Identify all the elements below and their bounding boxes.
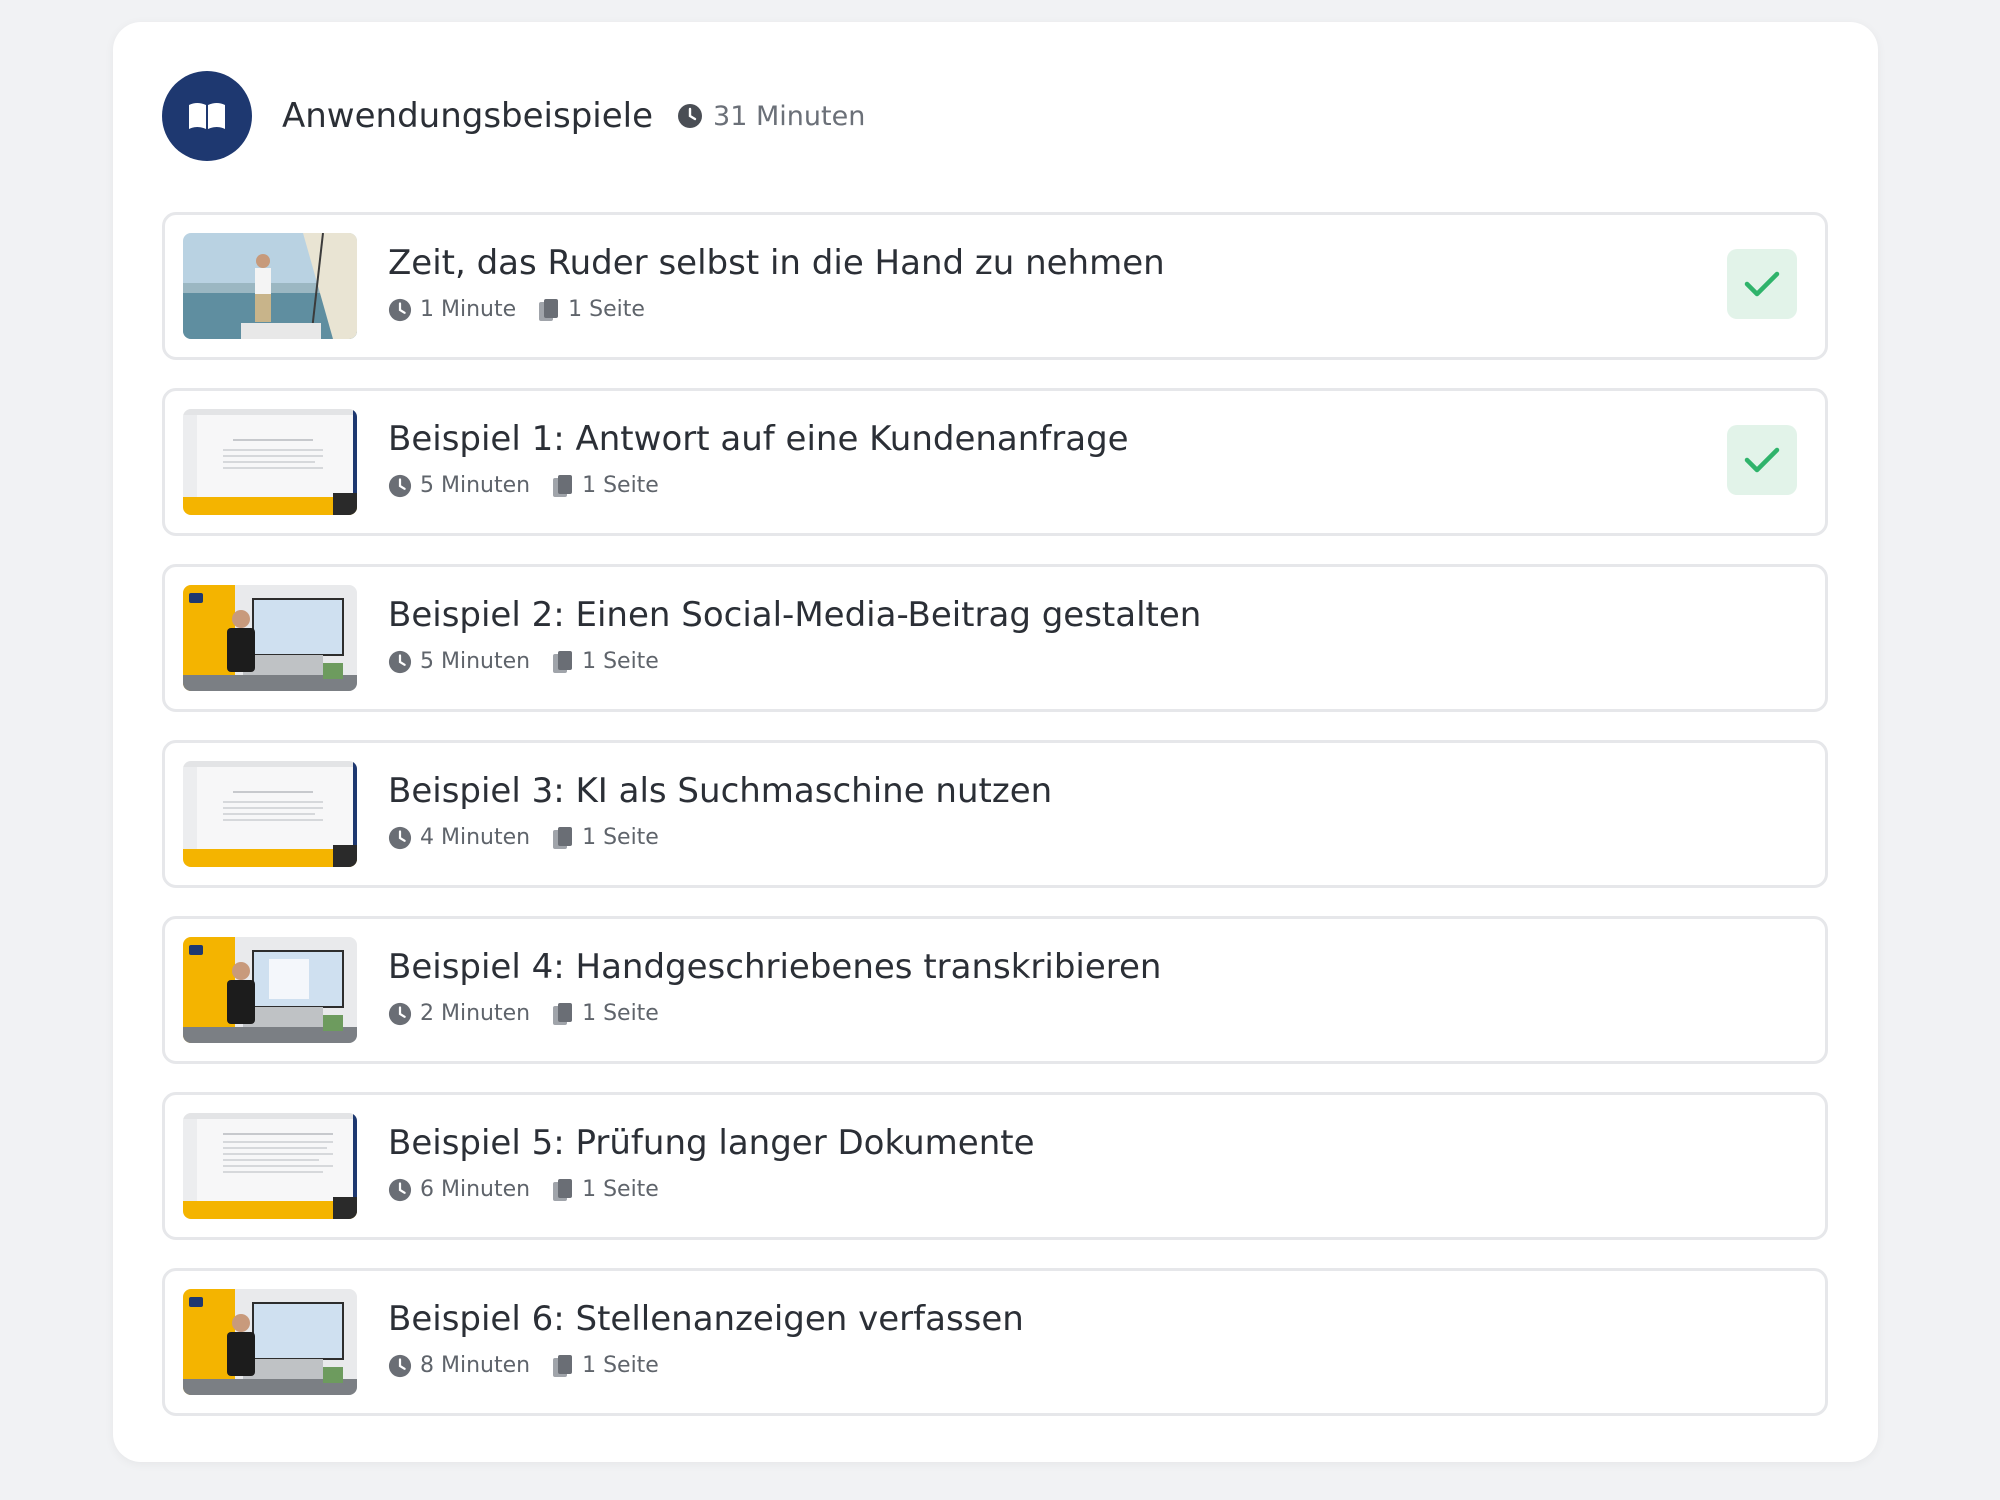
pages-icon bbox=[553, 826, 573, 849]
checkmark-icon bbox=[1744, 447, 1780, 473]
clock-icon bbox=[388, 650, 412, 673]
pages-icon bbox=[553, 1178, 573, 1201]
lesson-pages: 1 Seite bbox=[582, 825, 659, 850]
pages-icon bbox=[553, 650, 573, 673]
lesson-thumbnail[interactable] bbox=[183, 937, 357, 1043]
course-section-card: Anwendungsbeispiele 31 Minuten Zeit, das… bbox=[113, 22, 1878, 1462]
lesson-thumbnail[interactable] bbox=[183, 761, 357, 867]
lesson-meta: 6 Minuten 1 Seite bbox=[388, 1177, 1035, 1202]
section-header: Anwendungsbeispiele 31 Minuten bbox=[162, 71, 865, 161]
lesson-duration: 6 Minuten bbox=[420, 1177, 531, 1202]
checkmark-icon bbox=[1744, 271, 1780, 297]
lesson-duration: 1 Minute bbox=[420, 297, 517, 322]
section-duration-label: 31 Minuten bbox=[713, 100, 866, 132]
lesson-title[interactable]: Beispiel 2: Einen Social-Media-Beitrag g… bbox=[388, 595, 1201, 635]
lesson-duration: 4 Minuten bbox=[420, 825, 531, 850]
section-title: Anwendungsbeispiele bbox=[282, 96, 654, 136]
clock-icon bbox=[388, 1178, 412, 1201]
lesson-title[interactable]: Beispiel 6: Stellenanzeigen verfassen bbox=[388, 1299, 1024, 1339]
lesson-duration: 5 Minuten bbox=[420, 473, 531, 498]
lesson-thumbnail[interactable] bbox=[183, 409, 357, 515]
lesson-item[interactable]: Beispiel 5: Prüfung langer Dokumente 6 M… bbox=[162, 1092, 1828, 1240]
pages-icon bbox=[553, 1002, 573, 1025]
lesson-meta: 2 Minuten 1 Seite bbox=[388, 1001, 1161, 1026]
lesson-thumbnail[interactable] bbox=[183, 1113, 357, 1219]
clock-icon bbox=[388, 1354, 412, 1377]
lesson-duration: 5 Minuten bbox=[420, 649, 531, 674]
lesson-meta: 5 Minuten 1 Seite bbox=[388, 473, 1129, 498]
completed-badge bbox=[1727, 425, 1797, 495]
lesson-meta: 5 Minuten 1 Seite bbox=[388, 649, 1201, 674]
clock-icon bbox=[388, 298, 412, 321]
lesson-item[interactable]: Zeit, das Ruder selbst in die Hand zu ne… bbox=[162, 212, 1828, 360]
completed-badge bbox=[1727, 249, 1797, 319]
lesson-thumbnail[interactable] bbox=[183, 1289, 357, 1395]
lesson-item[interactable]: Beispiel 1: Antwort auf eine Kundenanfra… bbox=[162, 388, 1828, 536]
lesson-duration: 8 Minuten bbox=[420, 1353, 531, 1378]
pages-icon bbox=[539, 298, 559, 321]
pages-icon bbox=[553, 474, 573, 497]
lesson-item[interactable]: Beispiel 4: Handgeschriebenes transkribi… bbox=[162, 916, 1828, 1064]
clock-icon bbox=[678, 104, 703, 128]
lesson-item[interactable]: Beispiel 3: KI als Suchmaschine nutzen 4… bbox=[162, 740, 1828, 888]
lesson-pages: 1 Seite bbox=[582, 473, 659, 498]
lesson-pages: 1 Seite bbox=[582, 1001, 659, 1026]
lesson-pages: 1 Seite bbox=[582, 649, 659, 674]
clock-icon bbox=[388, 474, 412, 497]
lesson-duration: 2 Minuten bbox=[420, 1001, 531, 1026]
pages-icon bbox=[553, 1354, 573, 1377]
lesson-thumbnail[interactable] bbox=[183, 233, 357, 339]
lesson-pages: 1 Seite bbox=[568, 297, 645, 322]
book-open-icon bbox=[162, 71, 252, 161]
lesson-title[interactable]: Beispiel 5: Prüfung langer Dokumente bbox=[388, 1123, 1035, 1163]
lesson-item[interactable]: Beispiel 2: Einen Social-Media-Beitrag g… bbox=[162, 564, 1828, 712]
lesson-item[interactable]: Beispiel 6: Stellenanzeigen verfassen 8 … bbox=[162, 1268, 1828, 1416]
clock-icon bbox=[388, 1002, 412, 1025]
lesson-thumbnail[interactable] bbox=[183, 585, 357, 691]
clock-icon bbox=[388, 826, 412, 849]
lesson-pages: 1 Seite bbox=[582, 1353, 659, 1378]
lesson-meta: 4 Minuten 1 Seite bbox=[388, 825, 1052, 850]
lesson-title[interactable]: Beispiel 3: KI als Suchmaschine nutzen bbox=[388, 771, 1052, 811]
lesson-title[interactable]: Beispiel 4: Handgeschriebenes transkribi… bbox=[388, 947, 1161, 987]
lesson-pages: 1 Seite bbox=[582, 1177, 659, 1202]
lesson-list: Zeit, das Ruder selbst in die Hand zu ne… bbox=[162, 212, 1828, 1444]
section-duration: 31 Minuten bbox=[677, 101, 865, 132]
lesson-title[interactable]: Zeit, das Ruder selbst in die Hand zu ne… bbox=[388, 243, 1165, 283]
lesson-meta: 8 Minuten 1 Seite bbox=[388, 1353, 1024, 1378]
lesson-title[interactable]: Beispiel 1: Antwort auf eine Kundenanfra… bbox=[388, 419, 1129, 459]
lesson-meta: 1 Minute 1 Seite bbox=[388, 297, 1165, 322]
